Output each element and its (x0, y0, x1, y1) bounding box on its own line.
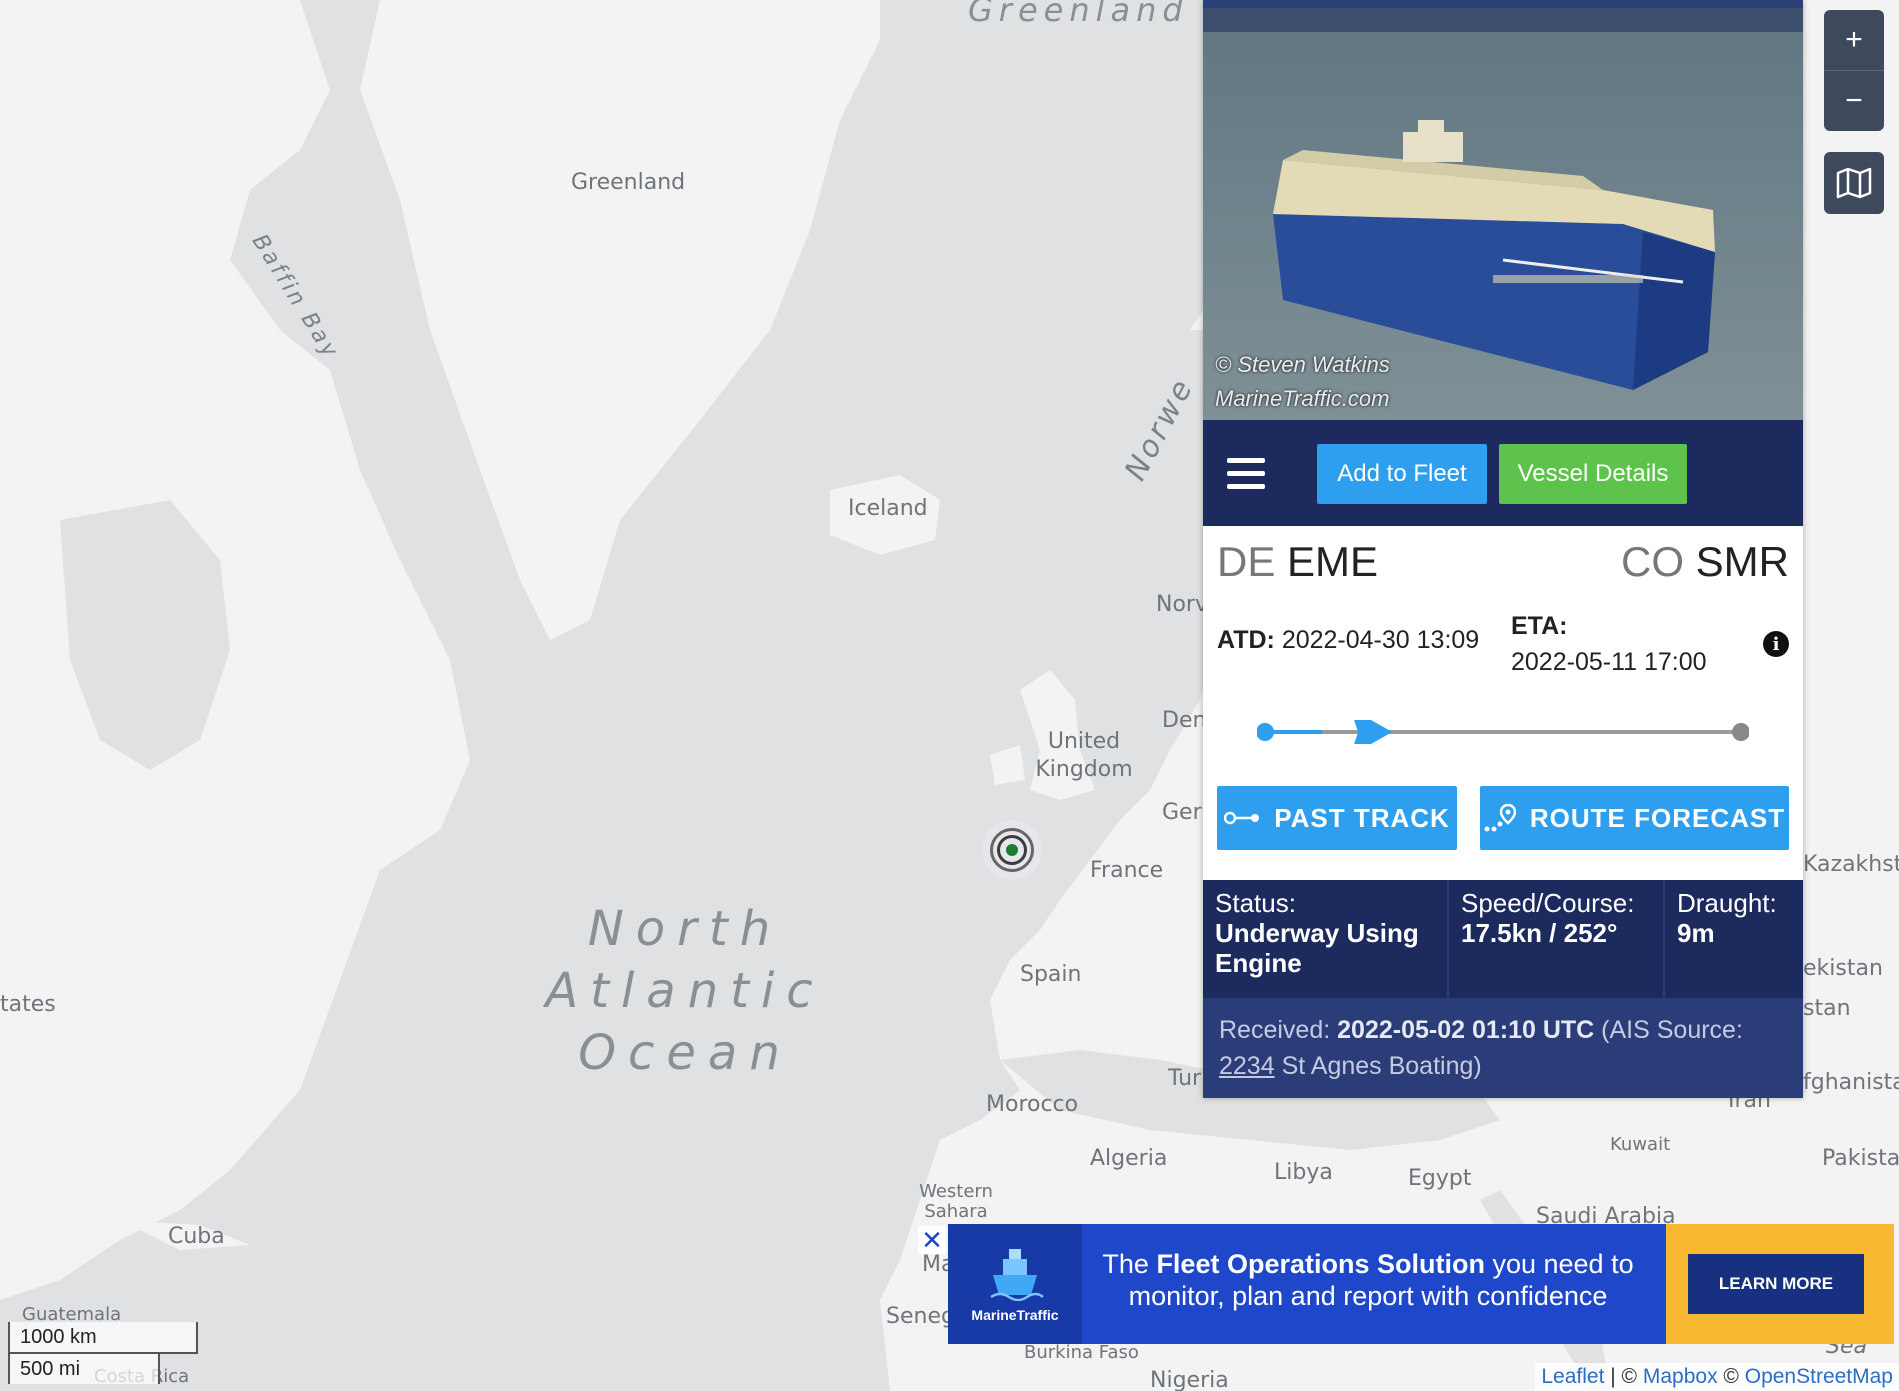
close-icon[interactable]: ✕ (918, 1225, 946, 1255)
map-label-united-kingdom: United Kingdom (1035, 729, 1133, 782)
departure-port[interactable]: DE EME (1217, 538, 1378, 586)
openstreetmap-link[interactable]: OpenStreetMap (1745, 1365, 1893, 1388)
track-icon (1224, 811, 1260, 825)
zoom-in-button[interactable]: + (1824, 10, 1884, 71)
map-attribution: Leaflet | © Mapbox © OpenStreetMap (1535, 1363, 1899, 1391)
map-label-morocco: Morocco (986, 1092, 1079, 1117)
map-label-kuwait: Kuwait (1610, 1134, 1671, 1155)
ad-headline: The Fleet Operations Solution you need t… (1102, 1249, 1634, 1311)
learn-more-button[interactable]: LEARN MORE (1688, 1254, 1864, 1314)
map-label-kazakhstan: Kazakhst (1803, 852, 1899, 877)
marinetraffic-logo: MarineTraffic (948, 1224, 1082, 1344)
ship-icon (990, 1249, 1044, 1301)
vessel-photo[interactable]: © Steven Watkins MarineTraffic.com (1203, 0, 1803, 420)
mapbox-link[interactable]: Mapbox (1643, 1365, 1718, 1388)
progress-end-dot (1732, 723, 1749, 741)
status-stat: Status: Underway Using Engine (1203, 880, 1449, 998)
map-label-greenland: Greenland (571, 170, 686, 195)
map-label-algeria: Algeria (1090, 1146, 1168, 1171)
map-label-pakistan: Pakista (1822, 1146, 1899, 1171)
map-label-uzbekistan: ekistan (1803, 956, 1883, 981)
map-label-tunisia: Tur (1168, 1066, 1202, 1091)
map-label-western-sahara: Western Sahara (919, 1181, 993, 1222)
vessel-details-button[interactable]: Vessel Details (1499, 444, 1687, 504)
photo-credit: © Steven Watkins MarineTraffic.com (1215, 352, 1390, 411)
past-track-button[interactable]: PAST TRACK (1217, 786, 1457, 850)
draught-stat: Draught: 9m (1677, 888, 1777, 948)
vessel-info-panel: © Steven Watkins MarineTraffic.com Add t… (1203, 0, 1803, 1098)
route-pin-icon (1484, 803, 1516, 832)
info-icon[interactable]: i (1763, 631, 1789, 657)
map-scale: 1000 km 500 mi (8, 1322, 198, 1384)
map-label-libya: Libya (1274, 1160, 1333, 1185)
speed-course-stat: Speed/Course: 17.5kn / 252° (1449, 880, 1665, 998)
map-icon (1836, 167, 1872, 199)
map-label-north-atlantic-ocean: North Atlantic Ocean (545, 901, 825, 1081)
map-label-france: France (1090, 858, 1164, 883)
ad-banner[interactable]: MarineTraffic The Fleet Operations Solut… (948, 1224, 1894, 1344)
vessel-position-marker[interactable] (982, 820, 1042, 880)
map-label-denmark: Den (1162, 708, 1207, 733)
map-label-burkina-faso: Burkina Faso (1024, 1342, 1139, 1363)
map-label-tajikistan: stan (1803, 996, 1851, 1021)
add-to-fleet-button[interactable]: Add to Fleet (1317, 444, 1487, 504)
map-label-germany: Ger (1162, 800, 1202, 825)
route-forecast-button[interactable]: ROUTE FORECAST (1480, 786, 1789, 850)
hamburger-icon[interactable] (1227, 444, 1265, 502)
atd-field: ATD: 2022-04-30 13:09 (1217, 626, 1480, 654)
voyage-progress-bar (1257, 720, 1749, 744)
map-label-cuba: Cuba (168, 1224, 225, 1249)
leaflet-link[interactable]: Leaflet (1541, 1365, 1604, 1388)
progress-start-dot (1257, 723, 1274, 741)
vessel-stats: Status: Underway Using Engine Speed/Cour… (1203, 880, 1803, 998)
ad-cta-area: LEARN MORE (1666, 1224, 1894, 1344)
received-info: Received: 2022-05-02 01:10 UTC (AIS Sour… (1203, 998, 1803, 1098)
map-label-nigeria: Nigeria (1150, 1368, 1229, 1391)
scale-mi: 500 mi (8, 1352, 160, 1384)
zoom-out-button[interactable]: − (1824, 71, 1884, 131)
map-label-united-states: tates (0, 992, 56, 1017)
map-label-iceland: Iceland (848, 496, 928, 521)
scale-km: 1000 km (8, 1322, 198, 1354)
map-label-afghanistan: fghanista (1803, 1070, 1899, 1095)
ais-source-link[interactable]: 2234 (1219, 1052, 1275, 1080)
vessel-toolbar: Add to Fleet Vessel Details (1203, 420, 1803, 526)
map-label-egypt: Egypt (1408, 1166, 1472, 1191)
eta-field: ETA: 2022-05-11 17:00 (1511, 612, 1707, 676)
arrival-port[interactable]: CO SMR (1621, 538, 1789, 586)
map-layers-button[interactable] (1824, 152, 1884, 214)
map-label-senegal: Seneg (886, 1304, 955, 1329)
map-label-norway: Norv (1156, 592, 1208, 617)
map-label-spain: Spain (1020, 962, 1082, 987)
